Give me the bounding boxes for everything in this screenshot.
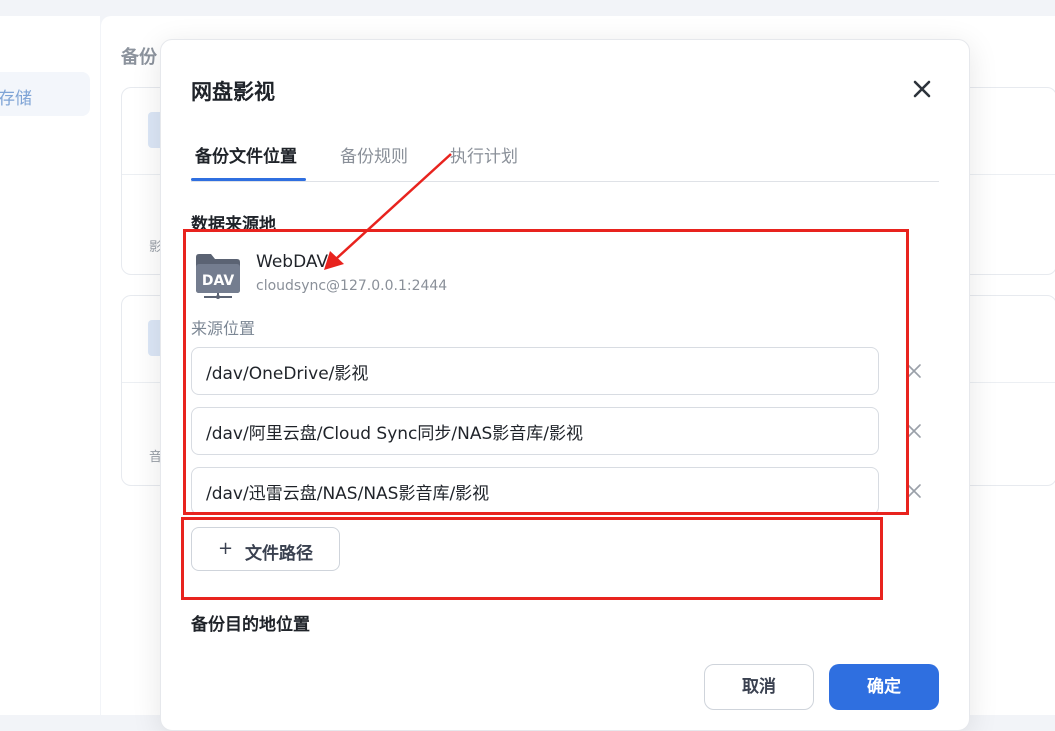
background-heading: 备份	[121, 47, 157, 68]
plus-icon: +	[218, 538, 234, 559]
webdav-folder-icon: DAV	[196, 254, 240, 299]
source-location-label: 来源位置	[191, 319, 256, 338]
dialog-tabs: 备份文件位置 备份规则 执行计划	[191, 134, 939, 182]
destination-section-label: 备份目的地位置	[191, 615, 310, 635]
sidebar-item-storage[interactable]: 存储	[0, 72, 90, 116]
source-name: WebDAV	[256, 252, 329, 272]
confirm-button[interactable]: 确定	[829, 664, 939, 710]
sidebar-item-label: 存储	[0, 89, 32, 109]
close-icon	[913, 80, 931, 98]
dialog-title: 网盘影视	[191, 80, 275, 104]
close-button[interactable]	[909, 76, 935, 102]
active-tab-indicator	[191, 178, 306, 181]
app-topbar	[0, 0, 1055, 16]
remove-path-button-3[interactable]	[905, 482, 923, 500]
backup-dialog: 网盘影视 备份文件位置 备份规则 执行计划 数据来源地 DAV WebDAV c…	[160, 39, 970, 731]
source-path-input-2[interactable]	[191, 407, 879, 455]
remove-path-button-2[interactable]	[905, 422, 923, 440]
tab-backup-rules[interactable]: 备份规则	[340, 142, 408, 188]
webdav-icon-label: DAV	[202, 273, 235, 289]
tab-backup-file-location[interactable]: 备份文件位置	[195, 142, 297, 188]
source-path-input-1[interactable]	[191, 347, 879, 395]
source-account: cloudsync@127.0.0.1:2444	[256, 278, 448, 294]
app-sidebar: 存储	[0, 16, 100, 715]
add-file-path-label: 文件路径	[245, 544, 313, 564]
source-section-label: 数据来源地	[191, 215, 276, 235]
add-file-path-button[interactable]: + 文件路径	[191, 527, 340, 571]
close-icon	[907, 484, 921, 498]
close-icon	[907, 424, 921, 438]
close-icon	[907, 364, 921, 378]
data-source: DAV WebDAV cloudsync@127.0.0.1:2444	[191, 248, 611, 300]
cancel-button[interactable]: 取消	[704, 664, 814, 710]
source-path-input-3[interactable]	[191, 467, 879, 515]
remove-path-button-1[interactable]	[905, 362, 923, 380]
tab-schedule[interactable]: 执行计划	[450, 142, 518, 188]
